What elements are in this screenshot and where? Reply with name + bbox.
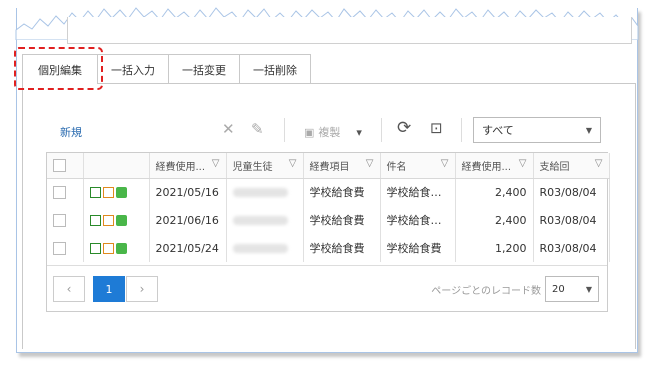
filter-dropdown-value: すべて: [482, 124, 514, 137]
subject-cell: 学校給食費...: [380, 206, 456, 234]
select-all-checkbox[interactable]: [53, 158, 66, 172]
column-header[interactable]: 経費使用... ▽: [455, 153, 534, 179]
action-header: [83, 153, 150, 179]
next-page-button[interactable]: ›: [126, 276, 158, 302]
column-header[interactable]: 児童生徒 ▽: [226, 153, 304, 179]
data-grid: 経費使用... ▽ 児童生徒 ▽ 経費項目 ▽ 件名 ▽ 経費使用... ▽ 支給回 ▽ 2…: [46, 152, 610, 312]
row-actions: [83, 234, 150, 262]
pencil-icon[interactable]: ✎: [251, 122, 264, 137]
column-header[interactable]: 経費項目 ▽: [303, 153, 381, 179]
prev-page-button[interactable]: ‹: [53, 276, 85, 302]
copy-row-icon[interactable]: [115, 243, 127, 254]
column-header[interactable]: 件名 ▽: [380, 153, 456, 179]
chevron-down-icon: ▼: [585, 125, 592, 135]
row-checkbox-cell[interactable]: [47, 206, 84, 234]
row-checkbox[interactable]: [53, 186, 66, 199]
chevron-down-icon: ▾: [356, 125, 362, 139]
table-row[interactable]: 2021/05/24 学校給食費 学校給食費 1,200 R03/08/04: [47, 234, 610, 262]
close-icon[interactable]: ✕: [222, 122, 235, 137]
records-per-page-value: 20: [552, 283, 565, 295]
edit-row-icon[interactable]: [102, 243, 114, 254]
pager: ‹ 1 › ページごとのレコード数 20 ▼: [47, 265, 607, 311]
filter-icon[interactable]: ▽: [519, 158, 527, 169]
tab-bulk-input[interactable]: 一括入力: [97, 54, 169, 84]
item-cell: 学校給食費: [303, 178, 381, 206]
payment-cell: R03/08/04: [533, 234, 610, 262]
column-header[interactable]: 経費使用... ▽: [149, 153, 227, 179]
subject-cell: 学校給食費...: [380, 178, 456, 206]
row-checkbox[interactable]: [53, 213, 66, 227]
table-row[interactable]: 2021/05/16 学校給食費 学校給食費... 2,400 R03/08/0…: [47, 178, 610, 206]
payment-cell: R03/08/04: [533, 206, 610, 234]
chevron-left-icon: ‹: [66, 282, 72, 296]
date-cell: 2021/06/16: [149, 206, 227, 234]
redacted-name: [232, 216, 288, 225]
table-row[interactable]: 2021/06/16 学校給食費 学校給食費... 2,400 R03/08/0…: [47, 206, 610, 234]
filter-icon[interactable]: ▽: [289, 158, 297, 169]
amount-cell: 1,200: [455, 234, 534, 262]
student-cell: [226, 206, 304, 234]
item-cell: 学校給食費: [303, 206, 381, 234]
tab-bulk-change[interactable]: 一括変更: [168, 54, 240, 84]
select-all-cell[interactable]: [47, 153, 84, 179]
amount-cell: 2,400: [455, 206, 534, 234]
copy-icon: ▣: [304, 125, 315, 139]
new-link[interactable]: 新規: [60, 124, 82, 140]
toolbar-separator: [461, 118, 462, 142]
copy-row-icon[interactable]: [115, 215, 127, 226]
top-input-field: [67, 17, 632, 44]
amount-cell: 2,400: [455, 178, 534, 206]
refresh-icon[interactable]: ⟳: [397, 120, 411, 137]
tab-bar: 個別編集 一括入力 一括変更 一括削除: [22, 54, 311, 84]
grid-header-row: 経費使用... ▽ 児童生徒 ▽ 経費項目 ▽ 件名 ▽ 経費使用... ▽ 支給回 ▽: [47, 153, 610, 179]
item-cell: 学校給食費: [303, 234, 381, 262]
date-cell: 2021/05/16: [149, 178, 227, 206]
page-1-button[interactable]: 1: [93, 276, 125, 302]
records-per-page-label: ページごとのレコード数: [431, 286, 541, 297]
copy-button[interactable]: ▣ 複製 ▾: [304, 124, 362, 140]
copy-row-icon[interactable]: [115, 187, 127, 199]
student-cell: [226, 178, 304, 206]
filter-icon[interactable]: ▽: [212, 158, 220, 169]
student-cell: [226, 234, 304, 262]
payment-cell: R03/08/04: [533, 178, 610, 206]
row-actions: [83, 178, 150, 206]
filter-icon[interactable]: ▽: [366, 158, 374, 169]
copy-label: 複製: [318, 126, 341, 139]
chevron-right-icon: ›: [139, 282, 145, 296]
toolbar-separator: [284, 118, 285, 142]
tab-bulk-delete[interactable]: 一括削除: [239, 54, 311, 84]
add-row-icon[interactable]: [89, 187, 101, 199]
add-row-icon[interactable]: [89, 215, 101, 226]
filter-icon[interactable]: ▽: [441, 158, 449, 169]
edit-row-icon[interactable]: [102, 215, 114, 226]
records-per-page-dropdown[interactable]: 20 ▼: [545, 276, 599, 302]
row-checkbox-cell[interactable]: [47, 178, 84, 206]
date-cell: 2021/05/24: [149, 234, 227, 262]
row-checkbox-cell[interactable]: [47, 234, 84, 262]
add-row-icon[interactable]: [89, 243, 101, 254]
chevron-down-icon: ▼: [585, 284, 592, 294]
redacted-name: [232, 244, 288, 253]
unlock-icon[interactable]: ⊡: [430, 121, 443, 136]
filter-icon[interactable]: ▽: [595, 158, 603, 169]
row-checkbox[interactable]: [53, 241, 66, 255]
column-header[interactable]: 支給回 ▽: [533, 153, 610, 179]
toolbar-separator: [381, 118, 382, 142]
subject-cell: 学校給食費: [380, 234, 456, 262]
filter-dropdown[interactable]: すべて ▼: [473, 117, 601, 143]
redacted-name: [232, 188, 288, 198]
tab-individual-edit[interactable]: 個別編集: [22, 54, 98, 84]
row-actions: [83, 206, 150, 234]
edit-row-icon[interactable]: [102, 187, 114, 199]
